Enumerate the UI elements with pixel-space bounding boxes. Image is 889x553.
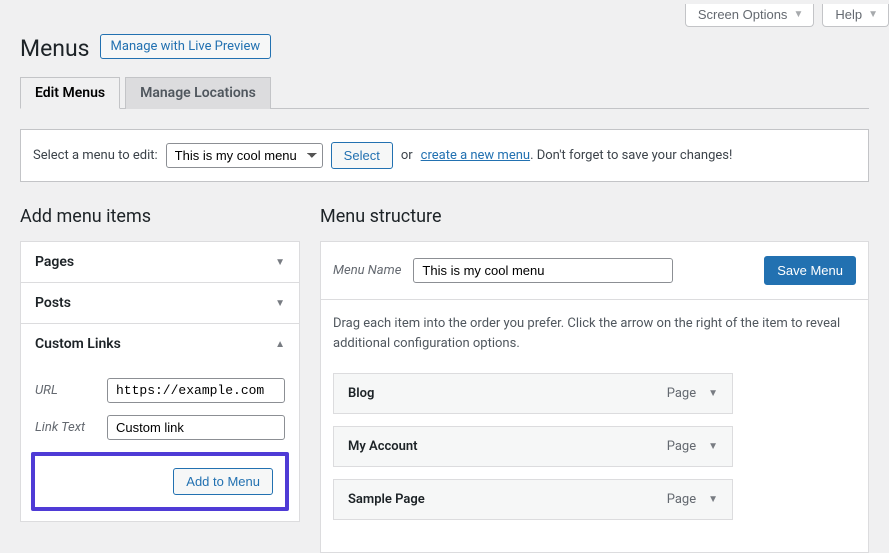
accordion-pages[interactable]: Pages ▼ bbox=[21, 242, 299, 282]
tab-edit-menus[interactable]: Edit Menus bbox=[20, 77, 120, 109]
link-text-input[interactable] bbox=[107, 415, 285, 440]
create-menu-link[interactable]: create a new menu bbox=[421, 148, 530, 163]
menu-item-title: My Account bbox=[348, 439, 418, 454]
screen-options-label: Screen Options bbox=[698, 7, 788, 22]
menu-name-input[interactable] bbox=[413, 258, 673, 283]
caret-down-icon: ▼ bbox=[275, 298, 285, 309]
accordion-custom-links[interactable]: Custom Links ▲ bbox=[21, 324, 299, 364]
select-button[interactable]: Select bbox=[331, 142, 393, 169]
accordion: Pages ▼ Posts ▼ Custom Links ▲ bbox=[20, 241, 300, 522]
caret-down-icon: ▼ bbox=[275, 257, 285, 268]
caret-down-icon[interactable]: ▼ bbox=[708, 494, 718, 505]
custom-links-body: URL Link Text Add to Menu bbox=[21, 364, 299, 521]
page-title: Menus bbox=[20, 31, 90, 62]
caret-down-icon: ▼ bbox=[868, 9, 878, 20]
caret-down-icon: ▼ bbox=[793, 9, 803, 20]
or-text: or bbox=[401, 148, 413, 163]
link-text-label: Link Text bbox=[35, 420, 97, 435]
menu-item[interactable]: Sample Page Page ▼ bbox=[333, 479, 733, 520]
url-input[interactable] bbox=[107, 378, 285, 403]
menu-item-title: Sample Page bbox=[348, 492, 425, 507]
accordion-pages-label: Pages bbox=[35, 254, 74, 270]
menu-item-title: Blog bbox=[348, 386, 374, 401]
live-preview-button[interactable]: Manage with Live Preview bbox=[100, 34, 272, 59]
accordion-posts-label: Posts bbox=[35, 295, 71, 311]
help-label: Help bbox=[835, 7, 862, 22]
accordion-posts[interactable]: Posts ▼ bbox=[21, 283, 299, 323]
add-to-menu-highlight: Add to Menu bbox=[31, 452, 289, 511]
menu-item-type: Page bbox=[667, 439, 696, 454]
menu-structure-title: Menu structure bbox=[320, 206, 869, 227]
add-to-menu-button[interactable]: Add to Menu bbox=[173, 468, 273, 495]
menu-item-type: Page bbox=[667, 492, 696, 507]
caret-up-icon: ▲ bbox=[275, 339, 285, 350]
nav-tabs: Edit Menus Manage Locations bbox=[20, 76, 869, 109]
add-items-title: Add menu items bbox=[20, 206, 300, 227]
accordion-custom-label: Custom Links bbox=[35, 336, 121, 352]
screen-options-button[interactable]: Screen Options ▼ bbox=[685, 4, 815, 27]
caret-down-icon[interactable]: ▼ bbox=[708, 441, 718, 452]
menu-name-label: Menu Name bbox=[333, 263, 401, 278]
manage-menus-bar: Select a menu to edit: This is my cool m… bbox=[20, 129, 869, 182]
url-label: URL bbox=[35, 383, 97, 398]
menu-item-type: Page bbox=[667, 386, 696, 401]
select-menu-label: Select a menu to edit: bbox=[33, 148, 158, 163]
save-menu-button[interactable]: Save Menu bbox=[764, 256, 856, 285]
menu-item[interactable]: My Account Page ▼ bbox=[333, 426, 733, 467]
menu-instructions: Drag each item into the order you prefer… bbox=[333, 314, 856, 353]
menu-item[interactable]: Blog Page ▼ bbox=[333, 373, 733, 414]
save-note: . Don't forget to save your changes! bbox=[530, 148, 732, 163]
menu-select[interactable]: This is my cool menu bbox=[166, 143, 323, 168]
menu-management: Menu Name Save Menu Drag each item into … bbox=[320, 241, 869, 553]
caret-down-icon[interactable]: ▼ bbox=[708, 388, 718, 399]
tab-manage-locations[interactable]: Manage Locations bbox=[125, 77, 271, 109]
help-button[interactable]: Help ▼ bbox=[822, 4, 889, 27]
